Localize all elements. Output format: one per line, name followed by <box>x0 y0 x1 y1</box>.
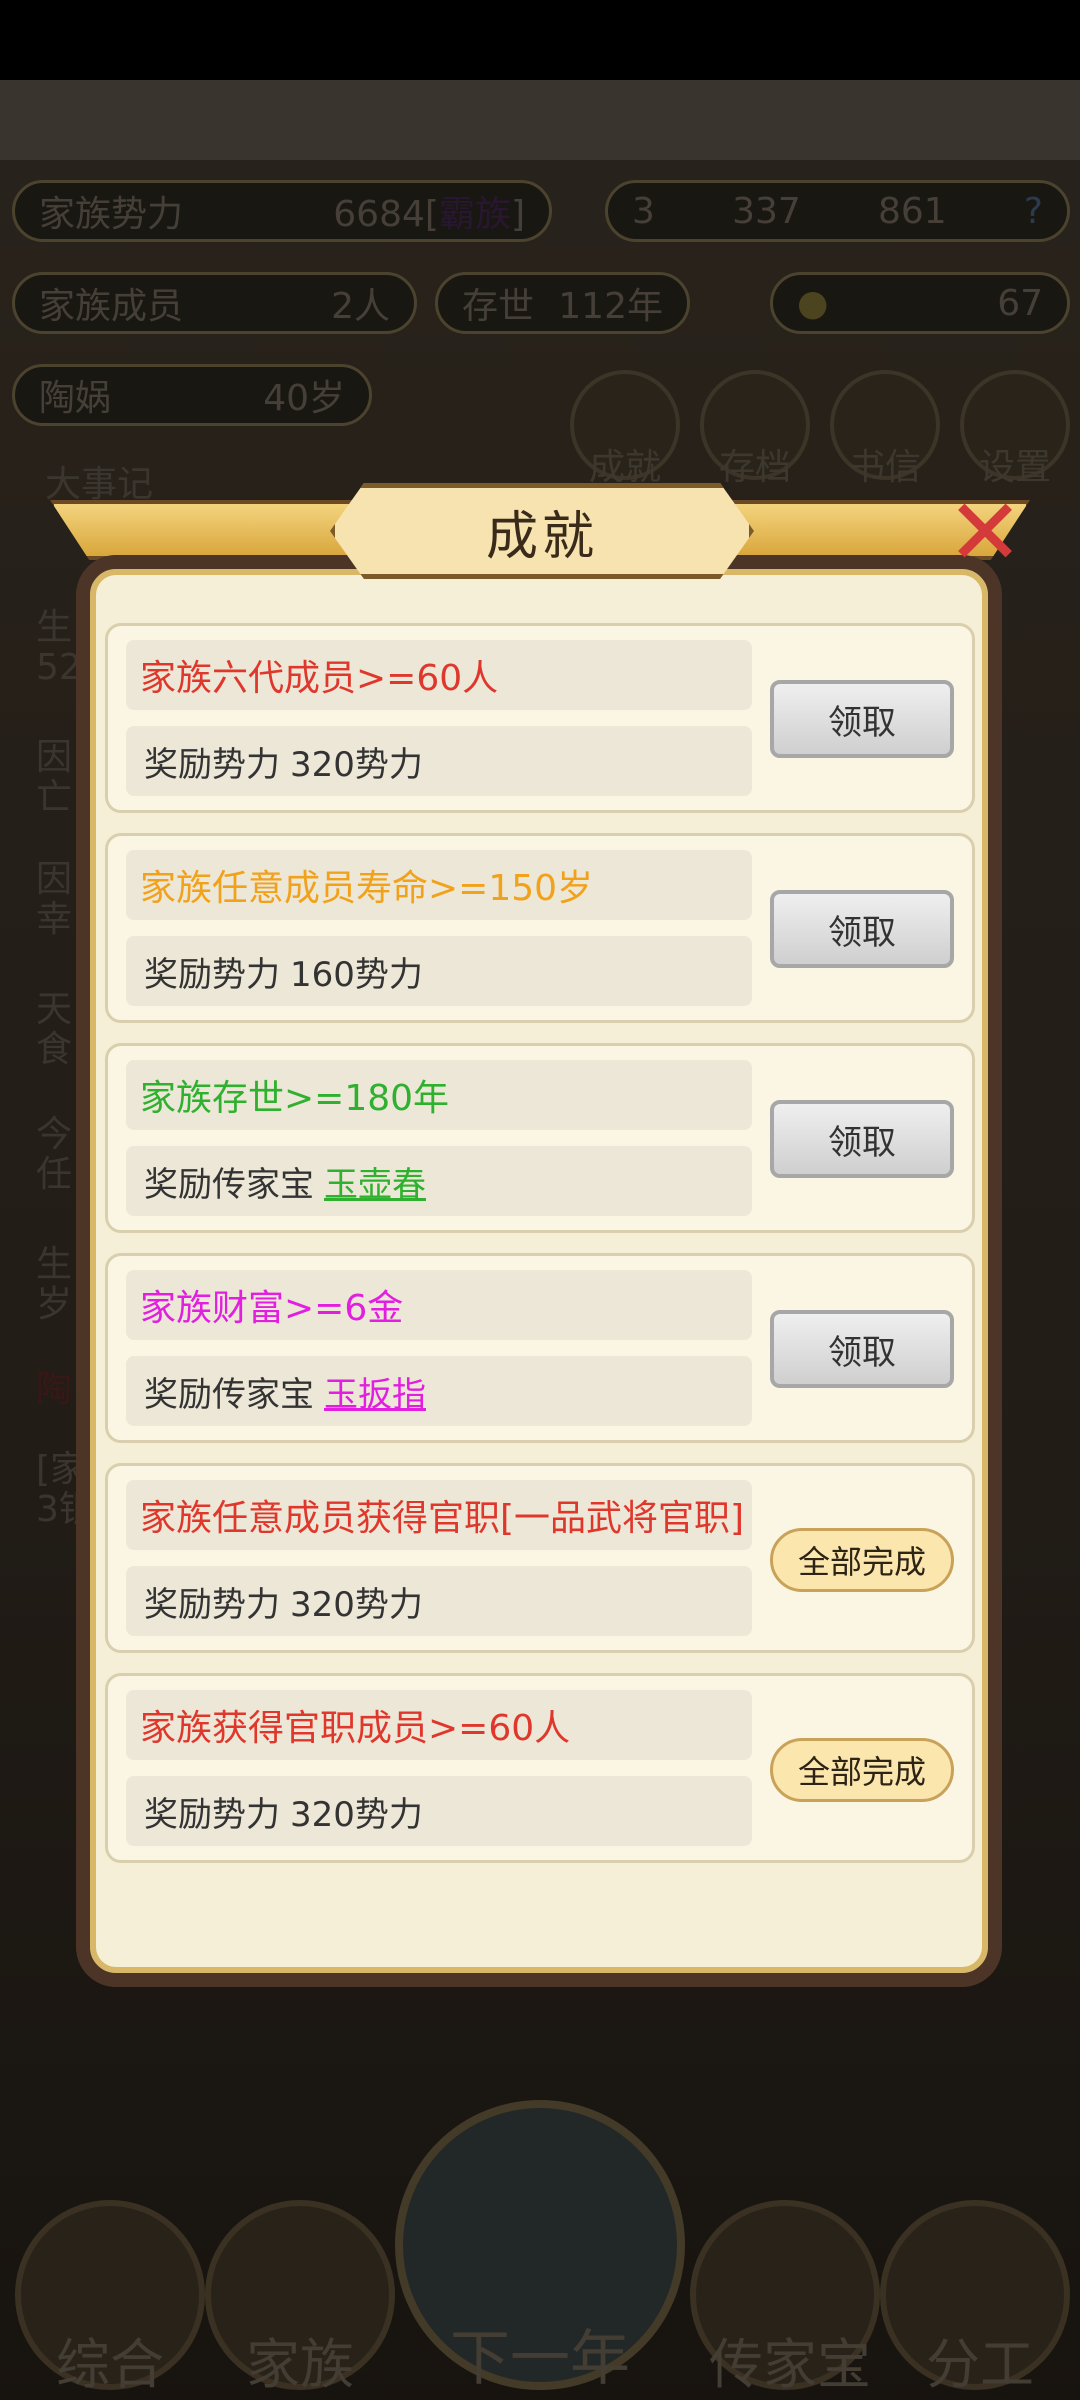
reward-value: 320势力 <box>290 1584 423 1625</box>
completed-badge: 全部完成 <box>770 1528 954 1592</box>
achievement-card: 家族任意成员获得官职[一品武将官职] 奖励势力 320势力 全部完成 <box>105 1463 975 1653</box>
completed-badge: 全部完成 <box>770 1738 954 1802</box>
claim-button[interactable]: 领取 <box>770 680 954 758</box>
achievement-condition: 家族存世>=180年 <box>126 1060 752 1130</box>
achievement-condition: 家族财富>=6金 <box>126 1270 752 1340</box>
achievement-card: 家族获得官职成员>=60人 奖励势力 320势力 全部完成 <box>105 1673 975 1863</box>
claim-button[interactable]: 领取 <box>770 1310 954 1388</box>
claim-button[interactable]: 领取 <box>770 890 954 968</box>
heirloom-link[interactable]: 玉壶春 <box>324 1157 426 1206</box>
heirloom-link[interactable]: 玉扳指 <box>324 1367 426 1416</box>
achievement-reward: 奖励传家宝 玉扳指 <box>126 1356 752 1426</box>
reward-label: 奖励传家宝 <box>144 1374 314 1415</box>
achievement-reward: 奖励势力 160势力 <box>126 936 752 1006</box>
achievement-card: 家族六代成员>=60人 奖励势力 320势力 领取 <box>105 623 975 813</box>
reward-value: 320势力 <box>290 1794 423 1835</box>
reward-label: 奖励势力 <box>144 954 280 995</box>
achievement-condition: 家族获得官职成员>=60人 <box>126 1690 752 1760</box>
achievement-condition: 家族六代成员>=60人 <box>126 640 752 710</box>
reward-value: 320势力 <box>290 744 423 785</box>
reward-value: 160势力 <box>290 954 423 995</box>
achievement-reward: 奖励势力 320势力 <box>126 726 752 796</box>
achievement-card: 家族财富>=6金 奖励传家宝 玉扳指 领取 <box>105 1253 975 1443</box>
dialog-title-plate: 成就 <box>330 483 754 579</box>
close-icon[interactable]: ✕ <box>935 478 1035 588</box>
achievement-card: 家族存世>=180年 奖励传家宝 玉壶春 领取 <box>105 1043 975 1233</box>
reward-label: 奖励势力 <box>144 744 280 785</box>
achievement-condition: 家族任意成员寿命>=150岁 <box>126 850 752 920</box>
achievement-reward: 奖励传家宝 玉壶春 <box>126 1146 752 1216</box>
reward-label: 奖励势力 <box>144 1794 280 1835</box>
achievement-reward: 奖励势力 320势力 <box>126 1566 752 1636</box>
reward-label: 奖励势力 <box>144 1584 280 1625</box>
reward-label: 奖励传家宝 <box>144 1164 314 1205</box>
claim-button[interactable]: 领取 <box>770 1100 954 1178</box>
achievement-reward: 奖励势力 320势力 <box>126 1776 752 1846</box>
status-bar <box>0 0 1080 80</box>
achievement-card: 家族任意成员寿命>=150岁 奖励势力 160势力 领取 <box>105 833 975 1023</box>
dialog-title: 成就 <box>485 506 598 567</box>
achievement-condition: 家族任意成员获得官职[一品武将官职] <box>126 1480 752 1550</box>
